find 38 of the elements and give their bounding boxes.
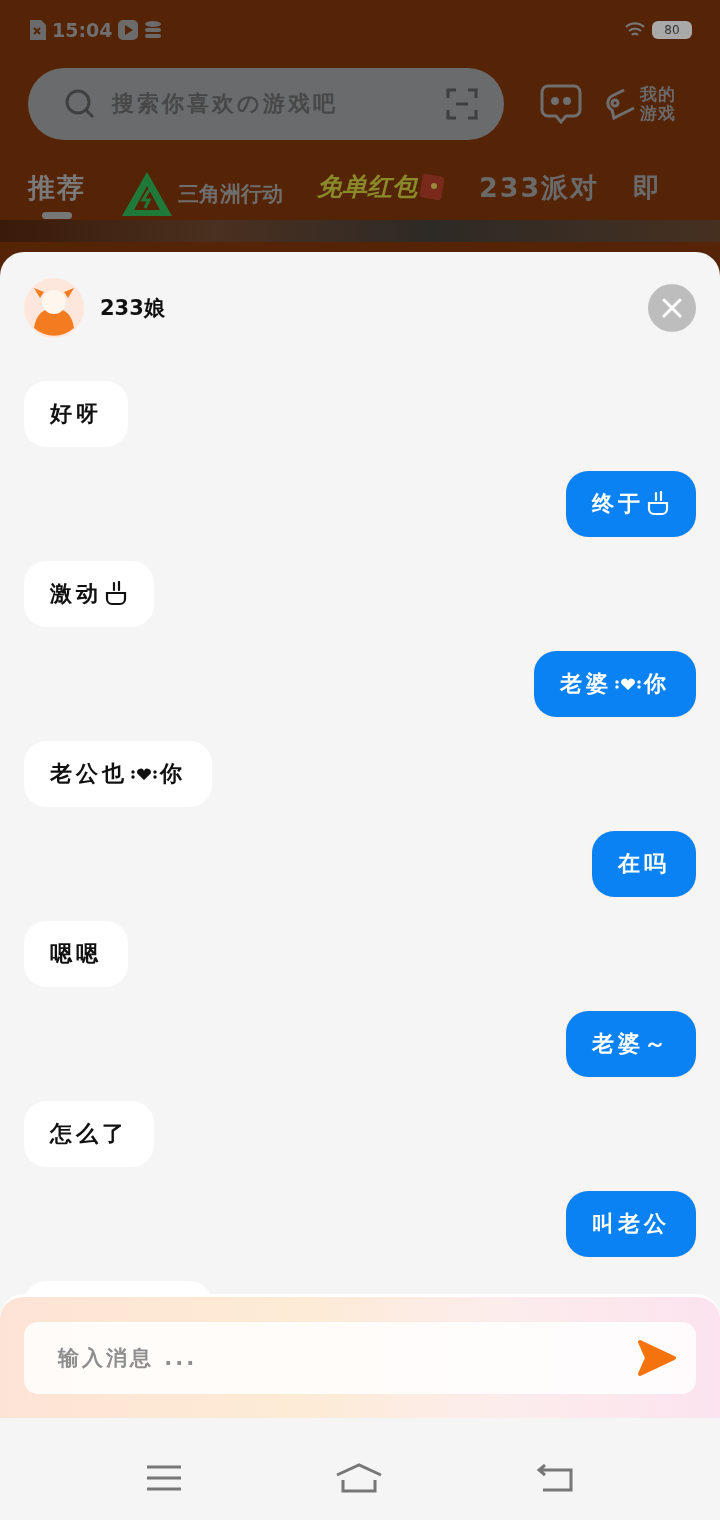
category-tab[interactable]: 免单红包 — [317, 170, 445, 203]
message-bubble: 终于 — [566, 471, 696, 537]
tab-indicator — [42, 212, 72, 219]
message-bubble: 老婆～ — [566, 1011, 696, 1077]
category-tab[interactable]: 233派对 — [479, 170, 600, 206]
category-tab[interactable]: 即 — [633, 170, 663, 206]
message-bubble: 在吗 — [592, 831, 696, 897]
play-icon — [118, 20, 139, 40]
sim-icon — [30, 20, 46, 40]
bowl-icon — [104, 581, 128, 607]
message-bubble: 老婆 你 — [534, 651, 696, 717]
chat-title: 233娘 — [100, 295, 166, 322]
menu-icon[interactable] — [147, 1465, 181, 1491]
message-input-field[interactable]: 输入消息 ... — [24, 1322, 696, 1394]
message-bubble: 嗯嗯 — [24, 921, 128, 987]
message-bubble: 叫老公 — [566, 1191, 696, 1257]
message-bubble: 怎么了 — [24, 1101, 154, 1167]
close-button[interactable] — [648, 284, 696, 332]
envelope-icon — [419, 172, 445, 201]
send-icon[interactable] — [636, 1339, 676, 1377]
message-bubble: 老公也 你 — [24, 741, 212, 807]
my-games-link[interactable]: 我的游戏 — [640, 85, 678, 123]
close-icon — [662, 298, 682, 318]
message-bubble: 好呀 — [24, 381, 128, 447]
triangle-logo-icon — [120, 170, 174, 218]
heart-icon — [614, 677, 642, 691]
message-bubble: 激动 — [24, 561, 154, 627]
bowl-icon — [646, 491, 670, 517]
back-icon[interactable] — [537, 1464, 573, 1492]
scan-icon[interactable] — [446, 88, 478, 120]
category-tab[interactable]: 三角洲行动 — [120, 170, 283, 218]
category-tab[interactable]: 推荐 — [28, 170, 86, 219]
chat-icon[interactable] — [540, 83, 582, 125]
heart-icon — [130, 767, 158, 781]
battery-indicator: 80 — [652, 21, 692, 39]
status-time: 15:04 — [52, 19, 113, 41]
home-icon[interactable] — [335, 1463, 383, 1493]
search-icon — [64, 88, 96, 120]
